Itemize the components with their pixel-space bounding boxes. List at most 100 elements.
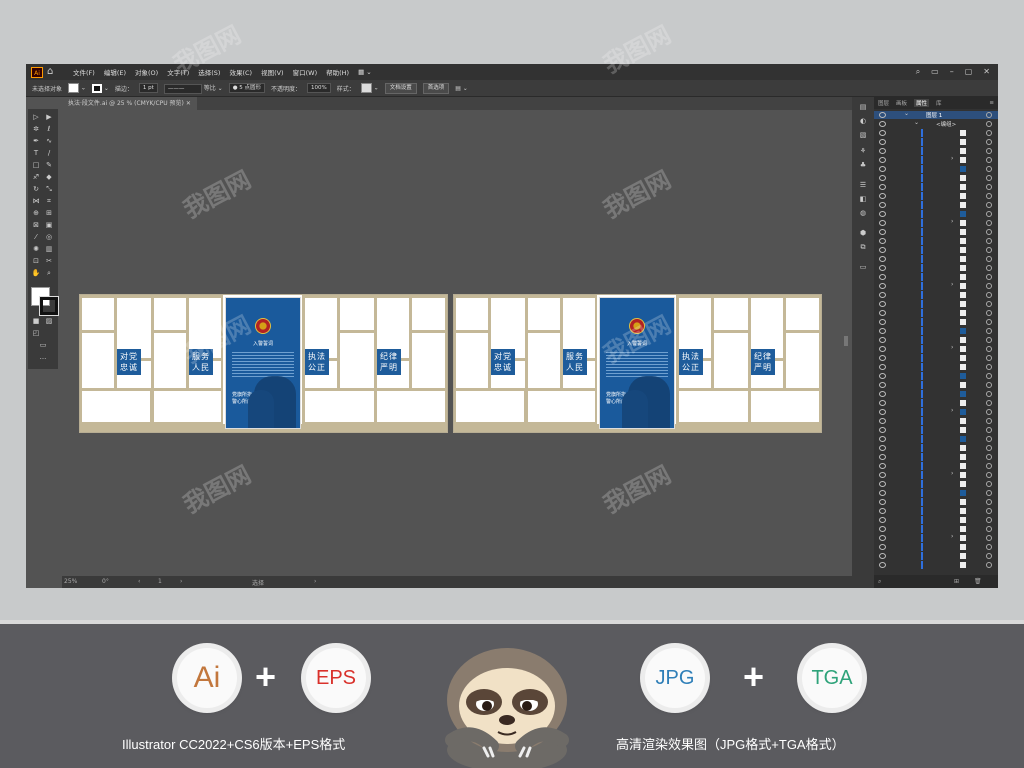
symbols-icon[interactable]: ♣: [858, 161, 868, 170]
document-tab[interactable]: 执法·段文件.ai @ 25 % (CMYK/CPU 预览) ✕: [62, 97, 197, 110]
target-icon[interactable]: [986, 328, 992, 334]
arrange-documents-icon[interactable]: ▤ ⌄: [455, 85, 468, 92]
target-icon[interactable]: [986, 409, 992, 415]
visibility-eye-icon[interactable]: [879, 454, 886, 460]
layer-row[interactable]: [874, 318, 998, 326]
graph-tool-icon[interactable]: ▥: [44, 245, 54, 254]
hand-tool-icon[interactable]: ✋: [31, 269, 41, 278]
visibility-eye-icon[interactable]: [879, 247, 886, 253]
layer-row[interactable]: [874, 372, 998, 380]
pen-tool-icon[interactable]: ✒: [31, 137, 41, 146]
layer-row[interactable]: ›: [874, 155, 998, 164]
visibility-eye-icon[interactable]: [879, 472, 886, 478]
layer-row[interactable]: [874, 507, 998, 515]
target-icon[interactable]: [986, 157, 992, 163]
tab-layers[interactable]: 图层: [878, 99, 889, 107]
tab-properties[interactable]: 属性: [914, 99, 930, 107]
target-icon[interactable]: [986, 121, 992, 127]
arrange-icon[interactable]: ▭: [931, 67, 939, 77]
pencil-tool-icon[interactable]: ✎: [44, 161, 54, 170]
visibility-eye-icon[interactable]: [879, 346, 886, 352]
target-icon[interactable]: [986, 463, 992, 469]
menu-view[interactable]: 视图(V): [261, 67, 284, 77]
target-icon[interactable]: [986, 337, 992, 343]
rotate-tool-icon[interactable]: ↻: [31, 185, 41, 194]
menu-object[interactable]: 对象(O): [135, 67, 158, 77]
expand-arrow-icon[interactable]: ›: [951, 155, 953, 162]
target-icon[interactable]: [986, 508, 992, 514]
visibility-eye-icon[interactable]: [879, 301, 886, 307]
layer-row[interactable]: ›: [874, 470, 998, 479]
expand-arrow-icon[interactable]: ⌄: [914, 119, 919, 126]
target-icon[interactable]: [986, 175, 992, 181]
opacity-field[interactable]: 100%: [307, 83, 331, 93]
visibility-eye-icon[interactable]: [879, 481, 886, 487]
libraries-icon[interactable]: ◐: [858, 117, 868, 126]
target-icon[interactable]: [986, 274, 992, 280]
layer-row[interactable]: [874, 255, 998, 263]
artboard-number-field[interactable]: 1: [158, 578, 162, 585]
eyedropper-icon[interactable]: ⁄: [31, 233, 41, 242]
visibility-eye-icon[interactable]: [879, 220, 886, 226]
visibility-eye-icon[interactable]: [879, 562, 886, 568]
zoom-tool-icon[interactable]: ⌕: [44, 269, 54, 278]
color-icon[interactable]: ▧: [858, 131, 868, 140]
target-icon[interactable]: [986, 112, 992, 118]
layer-row[interactable]: [874, 228, 998, 236]
visibility-eye-icon[interactable]: [879, 319, 886, 325]
layer-row[interactable]: ›: [874, 281, 998, 290]
visibility-eye-icon[interactable]: [879, 274, 886, 280]
visibility-eye-icon[interactable]: [879, 157, 886, 163]
visibility-eye-icon[interactable]: [879, 238, 886, 244]
layer-row[interactable]: ›: [874, 344, 998, 353]
magic-wand-icon[interactable]: ✲: [31, 125, 41, 134]
visibility-eye-icon[interactable]: [879, 553, 886, 559]
slice-tool-icon[interactable]: ✂: [44, 257, 54, 266]
target-icon[interactable]: [986, 355, 992, 361]
visibility-eye-icon[interactable]: [879, 355, 886, 361]
target-icon[interactable]: [986, 256, 992, 262]
close-icon[interactable]: ✕: [983, 67, 990, 77]
layer-row[interactable]: ⌄ <编组>: [874, 119, 998, 128]
target-icon[interactable]: [986, 319, 992, 325]
visibility-eye-icon[interactable]: [879, 373, 886, 379]
layer-row[interactable]: [874, 129, 998, 137]
layer-row[interactable]: [874, 138, 998, 146]
layer-row[interactable]: [874, 480, 998, 488]
target-icon[interactable]: [986, 391, 992, 397]
more-tools-icon[interactable]: ···: [38, 355, 48, 364]
target-icon[interactable]: [986, 166, 992, 172]
mesh-tool-icon[interactable]: ⊠: [31, 221, 41, 230]
brush-select[interactable]: ● 5 点圆形: [228, 83, 265, 93]
curvature-tool-icon[interactable]: ∿: [44, 137, 54, 146]
visibility-eye-icon[interactable]: [879, 391, 886, 397]
scale-tool-icon[interactable]: ⤡: [44, 185, 54, 194]
visibility-eye-icon[interactable]: [879, 418, 886, 424]
line-tool-icon[interactable]: /: [44, 149, 54, 158]
visibility-eye-icon[interactable]: [879, 139, 886, 145]
type-tool-icon[interactable]: T: [31, 149, 41, 158]
visibility-eye-icon[interactable]: [879, 427, 886, 433]
visibility-eye-icon[interactable]: [879, 517, 886, 523]
home-icon[interactable]: ⌂: [47, 67, 59, 77]
visibility-eye-icon[interactable]: [879, 499, 886, 505]
expand-arrow-icon[interactable]: ⌄: [904, 110, 909, 117]
target-icon[interactable]: [986, 400, 992, 406]
target-icon[interactable]: [986, 562, 992, 568]
perspective-grid-icon[interactable]: ⊞: [44, 209, 54, 218]
minimize-icon[interactable]: –: [950, 67, 954, 77]
layer-row[interactable]: [874, 291, 998, 299]
target-icon[interactable]: [986, 481, 992, 487]
artwork-panel-1[interactable]: 对党 忠诚 服务 人民 入警誓词 党旗所指 警心所向 执法 公正 纪律 严明: [79, 294, 448, 433]
visibility-eye-icon[interactable]: [879, 490, 886, 496]
visibility-eye-icon[interactable]: [879, 463, 886, 469]
maximize-icon[interactable]: ▢: [965, 67, 973, 77]
target-icon[interactable]: [986, 301, 992, 307]
status-next-icon[interactable]: ›: [314, 578, 316, 585]
expand-arrow-icon[interactable]: ›: [951, 344, 953, 351]
lasso-icon[interactable]: ℓ: [44, 125, 54, 134]
target-icon[interactable]: [986, 454, 992, 460]
target-icon[interactable]: [986, 130, 992, 136]
layer-row[interactable]: [874, 552, 998, 560]
gradient-mode-icon[interactable]: ▨: [44, 317, 54, 326]
